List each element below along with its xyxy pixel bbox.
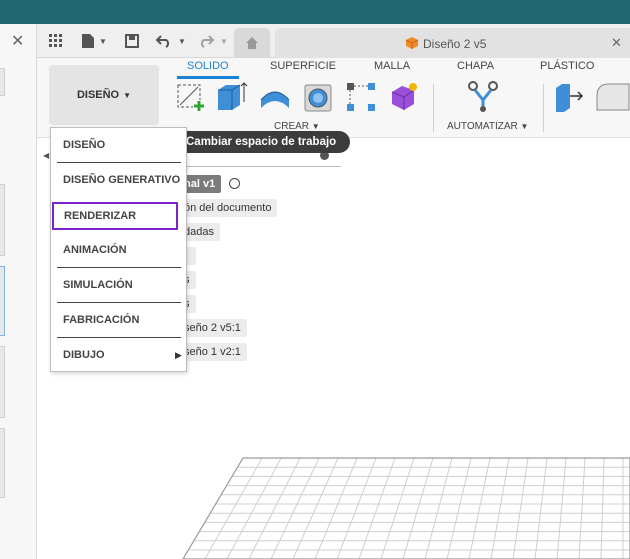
workspace-label: DISEÑO: [76, 89, 120, 101]
grid-line: [446, 457, 472, 559]
menu-divider: [57, 337, 181, 338]
chevron-down-icon[interactable]: ▼: [220, 37, 228, 46]
undo-icon[interactable]: [153, 30, 175, 52]
menu-divider: [57, 162, 181, 163]
menu-divider: [57, 267, 181, 268]
grid-line: [578, 457, 586, 559]
collapse-left-icon[interactable]: ◀: [43, 151, 49, 160]
tab-plastico[interactable]: PLÁSTICO: [540, 60, 594, 72]
menu-divider: [57, 302, 181, 303]
tab-chapa[interactable]: CHAPA: [457, 60, 494, 72]
ribbon: DISEÑO ▼ SOLIDO SUPERFICIE MALLA CHAPA P…: [37, 58, 630, 138]
grid-line: [534, 457, 548, 559]
grid-line: [600, 457, 605, 559]
grid-line: [380, 457, 415, 559]
grid-line: [314, 457, 358, 559]
tab-malla[interactable]: MALLA: [374, 60, 410, 72]
quick-access-toolbar: ✕ ▼ ▼ ▼ Diseño 2 v5 ✕: [11, 24, 630, 58]
grid-line: [270, 457, 320, 559]
browser-item[interactable]: seño 1 v2:1: [182, 343, 247, 361]
title-bar: [0, 0, 630, 24]
grid-line: [248, 457, 301, 559]
grid-line: [402, 457, 434, 559]
box-icon: [405, 36, 419, 53]
file-icon[interactable]: [77, 30, 99, 52]
extrude-icon[interactable]: [214, 80, 248, 114]
left-card[interactable]: [0, 68, 5, 96]
grid-line: [556, 457, 567, 559]
automate-group-label[interactable]: AUTOMATIZAR ▼: [447, 121, 528, 132]
submenu-arrow-icon: ▶: [175, 350, 182, 360]
browser-item[interactable]: seño 2 v5:1: [182, 319, 247, 337]
left-card[interactable]: [0, 266, 5, 336]
document-title: Diseño 2 v5: [423, 37, 487, 51]
save-icon[interactable]: [121, 30, 143, 52]
menu-item-diseno-generativo[interactable]: DISEÑO GENERATIVO: [57, 166, 181, 194]
revolve-icon[interactable]: [258, 80, 292, 114]
menu-item-animacion[interactable]: ANIMACIÓN: [57, 236, 181, 264]
grid-icon[interactable]: [45, 30, 67, 52]
grid-line: [424, 457, 453, 559]
document-tab[interactable]: Diseño 2 v5 ✕: [275, 28, 630, 58]
automate-icon[interactable]: [466, 80, 500, 114]
grid-line: [292, 457, 339, 559]
new-sketch-icon[interactable]: [175, 80, 209, 114]
active-tab-indicator: [177, 76, 239, 79]
home-tab[interactable]: [234, 28, 270, 58]
tab-solido[interactable]: SOLIDO: [187, 60, 229, 72]
close-icon[interactable]: ✕: [11, 31, 24, 51]
menu-item-renderizar[interactable]: RENDERIZAR: [52, 202, 178, 230]
browser-item[interactable]: dadas: [182, 223, 220, 241]
grid-line: [490, 457, 510, 559]
grid-line: [336, 457, 377, 559]
hole-icon[interactable]: [301, 80, 335, 114]
fillet-icon[interactable]: [593, 80, 630, 114]
chevron-down-icon[interactable]: ▼: [99, 37, 107, 46]
browser-header: [187, 152, 341, 167]
workspace-tooltip: Cambiar espacio de trabajo: [182, 131, 351, 153]
group-separator: [543, 84, 544, 132]
radio-target-icon[interactable]: [229, 178, 240, 189]
ground-grid: [182, 457, 630, 559]
workspace-menu: DISEÑO DISEÑO GENERATIVO RENDERIZAR ANIM…: [50, 127, 187, 372]
left-card[interactable]: [0, 184, 5, 256]
home-icon[interactable]: [241, 32, 263, 54]
chevron-down-icon: ▼: [123, 90, 132, 100]
grid-line: [512, 457, 529, 559]
create-form-icon[interactable]: [387, 80, 421, 114]
close-tab-icon[interactable]: ✕: [611, 35, 622, 51]
left-card[interactable]: [0, 346, 5, 418]
menu-item-simulacion[interactable]: SIMULACIÓN: [57, 271, 181, 299]
pattern-icon[interactable]: [344, 80, 378, 114]
grid-line: [468, 457, 491, 559]
workspace-switcher-button[interactable]: DISEÑO ▼: [49, 65, 159, 125]
group-separator: [433, 84, 434, 132]
press-pull-icon[interactable]: [552, 80, 586, 114]
tab-superficie[interactable]: SUPERFICIE: [270, 60, 336, 72]
chevron-down-icon[interactable]: ▼: [178, 37, 186, 46]
browser-item[interactable]: ón del documento: [182, 199, 278, 217]
browser-item[interactable]: nal v1: [182, 175, 222, 193]
menu-item-dibujo[interactable]: DIBUJO: [57, 341, 181, 369]
menu-item-diseno[interactable]: DISEÑO: [57, 131, 181, 159]
menu-item-fabricacion[interactable]: FABRICACIÓN: [57, 306, 181, 334]
grid-line: [358, 457, 396, 559]
redo-icon[interactable]: [195, 30, 217, 52]
